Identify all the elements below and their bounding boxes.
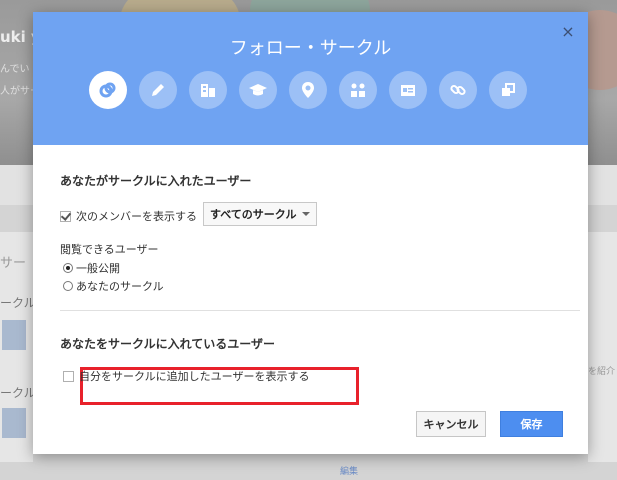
- save-button[interactable]: 保存: [500, 411, 563, 437]
- section-title-have-you: あなたをサークルに入れているユーザー: [60, 337, 276, 351]
- radio-public[interactable]: [63, 263, 73, 273]
- overlap-squares-icon[interactable]: [489, 71, 527, 109]
- show-adders-checkbox[interactable]: [63, 370, 74, 382]
- people-icon[interactable]: [339, 71, 377, 109]
- location-pin-icon[interactable]: [289, 71, 327, 109]
- radio-circles-label: あなたのサークル: [76, 280, 164, 293]
- visibility-label: 閲覧できるユーザー: [60, 243, 159, 256]
- recommend-text: を紹介: [588, 367, 616, 377]
- left-card: サー ークル ークル: [0, 232, 36, 462]
- chevron-down-icon: [302, 212, 310, 216]
- links-icon[interactable]: [89, 71, 127, 109]
- pencil-icon[interactable]: [139, 71, 177, 109]
- show-members-label: 次のメンバーを表示する: [76, 210, 197, 223]
- circle-filter-value: すべてのサークル: [210, 208, 297, 221]
- cancel-button[interactable]: キャンセル: [416, 411, 486, 437]
- follow-circles-dialog: フォロー・サークル × あなたがサークルに入れたユーザー 次のメンバーを表示する…: [33, 12, 588, 454]
- show-adders-row[interactable]: 自分をサークルに追加したユーザーを表示する: [63, 368, 309, 384]
- graduation-cap-icon[interactable]: [239, 71, 277, 109]
- radio-public-label: 一般公開: [76, 262, 120, 275]
- right-card: [588, 232, 617, 462]
- radio-public-row[interactable]: 一般公開: [63, 260, 120, 276]
- dialog-header: フォロー・サークル ×: [33, 12, 588, 145]
- show-members-row[interactable]: 次のメンバーを表示する: [60, 208, 197, 224]
- edit-link[interactable]: 編集: [340, 464, 358, 477]
- avatar: [2, 408, 26, 438]
- show-adders-label: 自分をサークルに追加したユーザーを表示する: [79, 370, 310, 383]
- radio-circles-row[interactable]: あなたのサークル: [63, 278, 164, 294]
- avatar: [2, 320, 26, 350]
- radio-circles[interactable]: [63, 281, 73, 291]
- chain-link-icon[interactable]: [439, 71, 477, 109]
- dialog-title: フォロー・サークル: [229, 38, 392, 59]
- id-card-icon[interactable]: [389, 71, 427, 109]
- building-icon[interactable]: [189, 71, 227, 109]
- show-members-checkbox[interactable]: [60, 210, 71, 222]
- close-icon[interactable]: ×: [560, 24, 576, 40]
- profile-tagline: んでい: [0, 64, 30, 75]
- section-title-in-circles: あなたがサークルに入れたユーザー: [60, 174, 252, 188]
- circle-filter-dropdown[interactable]: すべてのサークル: [203, 202, 317, 226]
- section-divider: [60, 310, 580, 311]
